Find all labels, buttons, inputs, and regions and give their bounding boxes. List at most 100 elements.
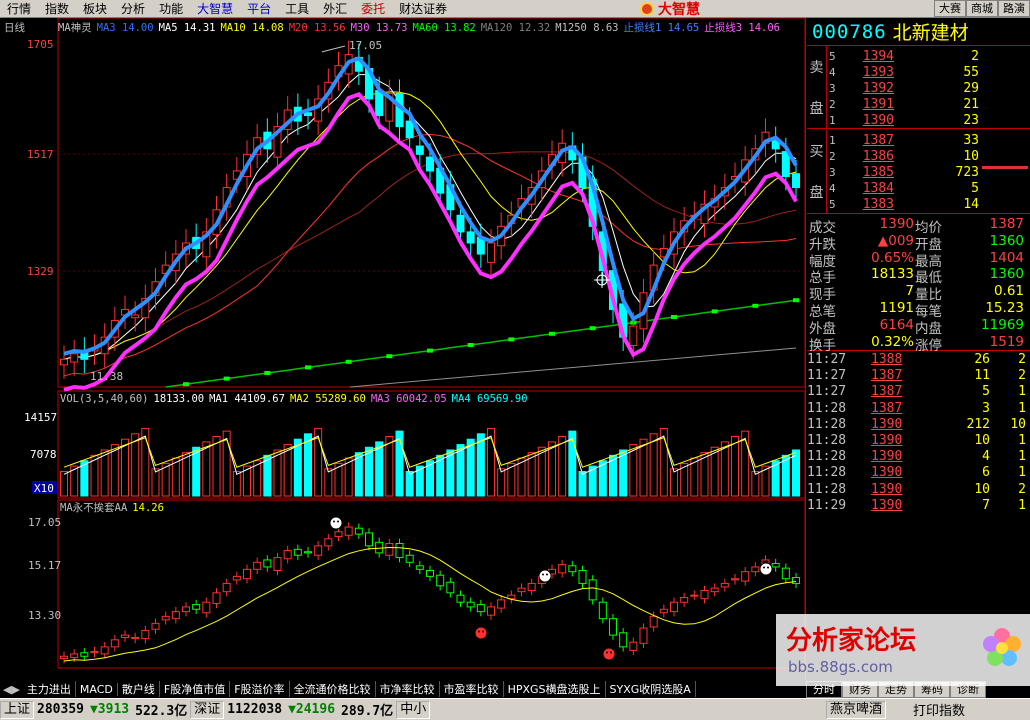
menu-item-6[interactable]: 平台 (240, 0, 278, 17)
menu-item-7[interactable]: 工具 (278, 0, 316, 17)
market-sh-label[interactable]: 上证 (0, 700, 35, 719)
print-index[interactable]: 打印指数 (910, 700, 968, 719)
period-label[interactable]: 日线 (4, 20, 25, 35)
buy-row[interactable]: 2 1386 10 (827, 148, 1030, 164)
index-ticker[interactable]: 燕京啤酒 (826, 700, 887, 719)
top-right-buttons: 大赛 商城 路演 (934, 0, 1030, 18)
volume-bar (375, 441, 384, 497)
ind-body (212, 592, 221, 604)
buy-row[interactable]: 4 1384 5 (827, 180, 1030, 196)
smiley-eye (542, 573, 544, 576)
level: 4 (829, 181, 836, 195)
watermark-title: 分析家论坛 (786, 626, 917, 656)
ind-body (80, 652, 89, 657)
tab-9[interactable]: SYXG收阴选股A (606, 681, 696, 697)
menu-item-8[interactable]: 外汇 (316, 0, 354, 17)
tab-7[interactable]: 市盈率比较 (440, 681, 504, 697)
volume-bar (639, 438, 648, 497)
buy-row[interactable]: 5 1383 14 (827, 196, 1030, 212)
sell-row[interactable]: 5 1394 2 (827, 48, 1030, 64)
menu-bar: 行情 指数 板块 分析 功能 大智慧 平台 工具 外汇 委托 财达证券 (0, 0, 1030, 18)
tick-row: 11:28 1390 6 1 (807, 465, 1030, 481)
ind-body (151, 622, 160, 630)
tab-4[interactable]: F股溢价率 (230, 681, 290, 697)
tab-prev-icon[interactable]: ◀▶ (0, 683, 23, 696)
volume-bar (649, 433, 658, 497)
tick-row: 11:28 1387 3 1 (807, 401, 1030, 417)
top-button-2[interactable]: 路演 (998, 0, 1030, 17)
buy-side-label: 买盘 (807, 130, 827, 213)
ind-body (304, 551, 312, 554)
menu-item-0[interactable]: 行情 (0, 0, 38, 17)
tick-volume: 5 (982, 384, 990, 400)
quantity: 23 (963, 112, 979, 128)
tick-count: 2 (1018, 481, 1026, 497)
market-sme-label[interactable]: 中小 (396, 700, 431, 719)
stock-title[interactable]: 000786 北新建材 (807, 18, 1030, 46)
top-button-1[interactable]: 商城 (966, 0, 998, 17)
stat-value: 1360 (989, 266, 1024, 283)
ind-body (324, 538, 333, 547)
ind-body (426, 570, 434, 577)
ma60-marker (508, 337, 515, 342)
tab-8[interactable]: HPXGS横盘选股上 (504, 681, 606, 697)
watermark: 分析家论坛 bbs.88gs.com (776, 614, 1030, 686)
volume-bar (456, 444, 465, 497)
stat-row: 幅度 0.65% 最高 1404 (807, 250, 1030, 270)
stat-value: 11969 (981, 316, 1024, 333)
axis-label: X10 (34, 482, 54, 495)
menu-item-9[interactable]: 委托 (354, 0, 392, 17)
level: 5 (829, 49, 836, 63)
tick-count: 1 (1018, 384, 1026, 400)
volume-bar (578, 471, 587, 497)
tab-5[interactable]: 全流通价格比较 (290, 681, 376, 697)
price: 1384 (862, 180, 894, 196)
menu-item-10[interactable]: 财达证券 (392, 0, 454, 17)
tab-0[interactable]: 主力进出 (23, 681, 76, 697)
sell-row[interactable]: 3 1392 29 (827, 80, 1030, 96)
ind-body (487, 606, 495, 616)
ma60-marker (223, 376, 230, 381)
status-bar: 上证 280359 ▼3913 522.3亿 深证 1122038 ▼24196… (0, 698, 1030, 720)
ind-body (283, 550, 292, 560)
sell-row[interactable]: 2 1391 21 (827, 96, 1030, 112)
market-sz-label[interactable]: 深证 (190, 700, 225, 719)
menu-item-4[interactable]: 功能 (152, 0, 190, 17)
tick-count: 1 (1018, 400, 1026, 416)
volume-bar (324, 468, 333, 497)
smiley-eye (767, 566, 769, 569)
price: 1394 (862, 48, 894, 64)
tab-3[interactable]: F股净值市值 (160, 681, 231, 697)
smiley-icon (759, 562, 773, 576)
tab-1[interactable]: MACD (76, 682, 118, 696)
smiley-eye (482, 630, 484, 633)
ind-body (222, 582, 231, 593)
ind-body (670, 601, 678, 613)
sell-row[interactable]: 1 1390 23 (827, 112, 1030, 128)
tick-price: 1387 (871, 368, 903, 384)
menu-item-5[interactable]: 大智慧 (190, 0, 240, 17)
sh-change: ▼3913 (89, 702, 130, 717)
stat-row: 现手 7 量比 0.61 (807, 283, 1030, 303)
volume-bar (466, 438, 475, 497)
menu-item-2[interactable]: 板块 (76, 0, 114, 17)
volume-bar (731, 436, 739, 497)
smiley-icon (602, 647, 616, 661)
stat-value: ▲009 (877, 232, 914, 249)
ind-body (395, 542, 404, 559)
kline-chart[interactable]: 1705 1517 1329 14157 7078 X10 17.05 15.17 13.30 1… (0, 18, 806, 680)
tab-6[interactable]: 市净率比较 (376, 681, 440, 697)
sell-row[interactable]: 4 1393 55 (827, 64, 1030, 80)
candle-body (60, 358, 68, 366)
tab-2[interactable]: 散户线 (118, 681, 160, 697)
chart-canvas[interactable]: 1705 1517 1329 14157 7078 X10 17.05 15.17 13.30 1… (0, 18, 806, 680)
smiley-icon (538, 569, 552, 583)
ma_header-item-5: M30 13.73 (350, 22, 408, 34)
top-button-0[interactable]: 大赛 (934, 0, 966, 17)
menu-item-1[interactable]: 指数 (38, 0, 76, 17)
menu-item-3[interactable]: 分析 (114, 0, 152, 17)
ma60-marker (793, 298, 799, 303)
stat-value: 1519 (989, 333, 1024, 350)
buy-row[interactable]: 1 1387 33 (827, 132, 1030, 148)
indicator-header: MA永不挨套AA 14.26 (60, 500, 169, 515)
